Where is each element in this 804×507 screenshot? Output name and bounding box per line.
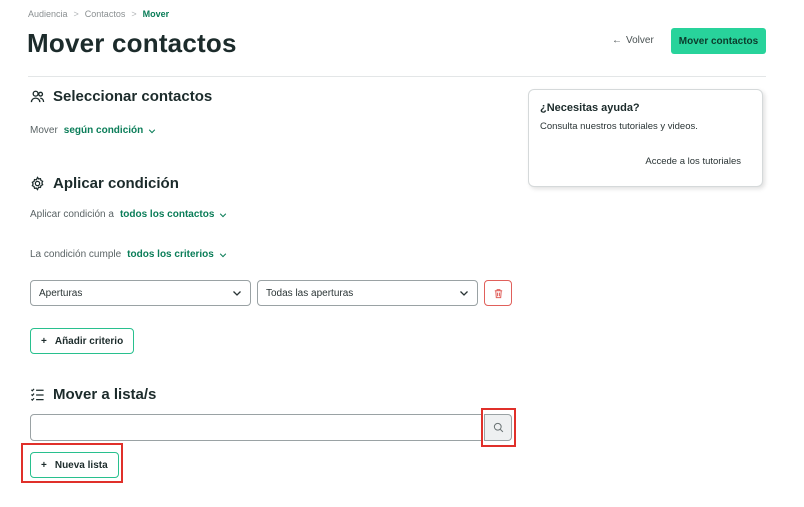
list-icon	[30, 388, 44, 402]
chevron-down-icon	[233, 291, 241, 296]
plus-icon: +	[41, 335, 47, 347]
help-card: ¿Necesitas ayuda? Consulta nuestros tuto…	[528, 89, 763, 187]
chevron-down-icon	[219, 252, 227, 257]
gear-icon	[31, 176, 44, 191]
match-label: La condición cumple	[30, 249, 122, 260]
list-search-input[interactable]	[30, 414, 482, 441]
apply-condition-title: Aplicar condición	[53, 175, 179, 192]
search-icon	[493, 422, 503, 433]
users-icon	[30, 90, 45, 103]
help-title: ¿Necesitas ayuda?	[540, 102, 640, 114]
select-contacts-title: Seleccionar contactos	[53, 88, 213, 105]
breadcrumb-separator: >	[73, 9, 79, 19]
chevron-down-icon	[149, 128, 156, 133]
apply-condition-heading: Aplicar condición	[30, 175, 179, 192]
chevron-down-icon	[220, 212, 227, 217]
apply-to-value: todos los contactos	[119, 209, 215, 220]
match-dropdown[interactable]: todos los criterios	[127, 249, 227, 260]
back-button[interactable]: ← Volver	[612, 35, 654, 46]
trash-icon	[494, 288, 502, 298]
criterion-value-select[interactable]: Todas las aperturas	[257, 280, 478, 306]
apply-to-dropdown[interactable]: todos los contactos	[120, 209, 227, 220]
tutorials-link[interactable]: Accede a los tutoriales	[645, 156, 741, 167]
apply-to-label: Aplicar condición a	[30, 209, 114, 220]
move-mode-value: según condición	[63, 125, 144, 136]
match-row: La condición cumple todos los criterios	[30, 249, 227, 260]
match-value: todos los criterios	[127, 249, 214, 260]
page-title: Mover contactos	[27, 28, 237, 58]
move-to-title: Mover a lista/s	[53, 386, 157, 403]
plus-icon: +	[41, 459, 47, 471]
delete-criterion-button[interactable]	[484, 280, 512, 306]
arrow-left-icon: ←	[612, 35, 622, 46]
list-search-button[interactable]	[484, 414, 512, 441]
breadcrumb: Audiencia > Contactos > Mover	[28, 9, 169, 19]
new-list-label: Nueva lista	[54, 459, 108, 471]
chevron-down-icon	[460, 291, 468, 296]
breadcrumb-item-contactos[interactable]: Contactos	[85, 9, 126, 19]
breadcrumb-item-audiencia[interactable]: Audiencia	[28, 9, 68, 19]
breadcrumb-separator: >	[131, 9, 137, 19]
move-to-heading: Mover a lista/s	[30, 386, 156, 403]
apply-to-row: Aplicar condición a todos los contactos	[30, 209, 227, 220]
help-text: Consulta nuestros tutoriales y videos.	[540, 121, 698, 132]
header-divider	[28, 76, 766, 77]
move-mode-row: Mover según condición	[30, 125, 156, 136]
move-contacts-button[interactable]: Mover contactos	[671, 28, 766, 54]
move-mode-dropdown[interactable]: según condición	[64, 125, 156, 136]
criterion-value-value: Todas las aperturas	[266, 287, 354, 299]
criterion-field-select[interactable]: Aperturas	[30, 280, 251, 306]
add-criterion-label: Añadir criterio	[54, 335, 124, 347]
select-contacts-heading: Seleccionar contactos	[30, 88, 212, 105]
new-list-button[interactable]: + Nueva lista	[30, 452, 119, 478]
add-criterion-button[interactable]: + Añadir criterio	[30, 328, 135, 354]
criterion-field-value: Aperturas	[39, 287, 83, 299]
breadcrumb-current: Mover	[142, 9, 170, 19]
back-label: Volver	[626, 35, 654, 46]
move-mode-label: Mover	[30, 125, 58, 136]
